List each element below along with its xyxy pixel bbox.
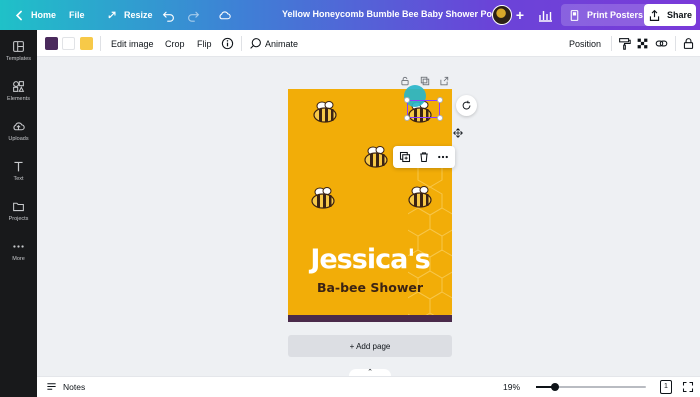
home-button[interactable]: Home [4,0,64,30]
duplicate-page-icon[interactable] [420,73,430,86]
resize-icon [105,8,119,22]
rotate-button[interactable] [456,95,477,116]
cloud-saved-icon[interactable] [217,8,231,22]
chevron-left-icon [12,8,26,22]
move-icon[interactable] [453,125,463,138]
transparency-icon[interactable] [636,37,649,50]
flip-button[interactable]: Flip [197,39,212,49]
text-icon [14,161,23,172]
templates-icon [13,41,24,52]
page-count[interactable]: 1 [660,380,672,394]
sidebar-item-elements[interactable]: Elements [0,80,37,116]
zoom-percentage[interactable]: 19% [503,382,520,392]
print-posters-label: Print Posters [587,10,644,20]
zoom-slider-knob[interactable] [551,383,559,391]
resize-handle[interactable] [404,115,410,121]
resize-handle[interactable] [437,97,443,103]
color-swatch-yellow[interactable] [80,37,93,50]
sidebar-item-label: Text [13,176,24,182]
redo-icon[interactable] [186,8,200,22]
sidebar-item-more[interactable]: More [0,240,37,276]
element-context-menu [393,146,455,168]
sidebar-item-text[interactable]: Text [0,160,37,196]
sidebar-item-label: More [12,256,25,262]
top-header: Home File Resize Yellow Honeycomb Bumble… [0,0,700,30]
resize-handle[interactable] [404,97,410,103]
color-swatch-purple[interactable] [45,37,58,50]
link-icon[interactable] [655,37,668,50]
print-posters-button[interactable]: Print Posters [561,4,650,26]
resize-label: Resize [124,10,153,20]
insights-icon[interactable] [537,7,553,23]
file-menu-button[interactable]: File [61,0,93,30]
trash-icon[interactable] [418,151,430,163]
file-label: File [69,10,85,20]
position-button[interactable]: Position [569,39,601,49]
poster-page[interactable]: Jessica's Ba-bee Shower [288,89,452,322]
sidebar-item-label: Elements [7,96,30,102]
edit-image-button[interactable]: Edit image [111,39,154,49]
color-swatch-white[interactable] [62,37,75,50]
divider [611,36,612,51]
more-icon [13,245,24,248]
resize-button[interactable]: Resize [97,0,161,30]
duplicate-icon[interactable] [399,151,411,163]
notes-button[interactable]: Notes [46,381,85,392]
resize-handle[interactable] [437,115,443,121]
bee-illustration [408,186,432,208]
lock-icon[interactable] [682,37,695,50]
print-icon [567,8,581,22]
more-options-icon[interactable] [437,151,449,163]
show-pages-toggle[interactable]: ⌃ [349,369,391,376]
elements-icon [13,81,25,92]
sidebar-item-label: Templates [5,56,32,62]
poster-title[interactable]: Jessica's [288,244,452,275]
home-label: Home [31,10,57,20]
divider [100,36,101,51]
poster-subtitle[interactable]: Ba-bee Shower [288,280,452,295]
notes-label: Notes [63,381,86,392]
bee-illustration [311,187,335,209]
context-toolbar: Edit image Crop Flip Animate Position [37,30,700,57]
undo-icon[interactable] [161,8,175,22]
add-collaborator-button[interactable]: + [513,7,527,23]
zoom-slider[interactable] [536,383,646,391]
sidebar-item-label: Uploads [8,136,29,142]
share-icon [648,8,662,22]
sidebar-item-label: Projects [8,216,29,222]
divider [241,36,242,51]
add-page-above-icon[interactable] [439,73,449,86]
crop-button[interactable]: Crop [165,39,185,49]
bee-illustration [364,146,388,168]
left-sidebar: Templates Elements Uploads Text Projects… [0,30,37,397]
folder-icon [13,202,24,212]
sidebar-item-projects[interactable]: Projects [0,200,37,236]
share-label: Share [666,10,692,20]
avatar[interactable] [492,5,512,25]
selection-box[interactable] [407,100,440,118]
divider [675,36,676,51]
sidebar-item-uploads[interactable]: Uploads [0,120,37,156]
info-icon[interactable] [221,37,234,50]
add-page-button[interactable]: + Add page [288,335,452,357]
share-button[interactable]: Share [644,4,696,26]
lock-page-icon[interactable] [400,73,410,86]
upload-icon [13,122,25,131]
animate-icon[interactable] [249,37,262,50]
bottom-bar: Notes 19% 1 [37,376,700,397]
bee-illustration [313,101,337,123]
sidebar-item-templates[interactable]: Templates [0,40,37,76]
fullscreen-icon[interactable] [682,381,694,393]
animate-button[interactable]: Animate [265,39,298,49]
paint-roller-icon[interactable] [618,37,631,50]
rotate-icon [462,100,471,110]
document-title[interactable]: Yellow Honeycomb Bumble Bee Baby Shower … [282,9,509,19]
notes-icon [47,383,56,390]
poster-bottom-stripe [288,315,452,322]
